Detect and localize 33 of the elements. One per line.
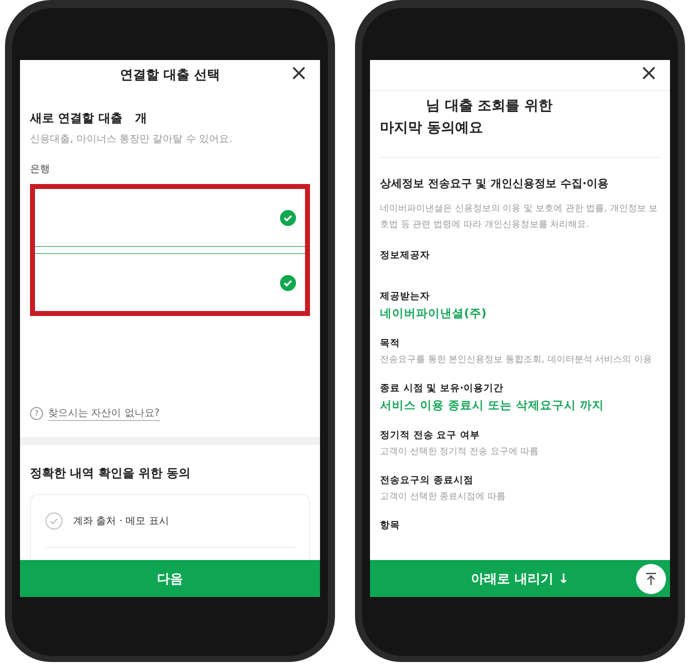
check-circle-icon[interactable] <box>45 512 63 530</box>
check-badge-icon[interactable] <box>279 274 297 292</box>
page-heading: 마지막 동의예요 <box>380 119 484 138</box>
section-heading: 상세정보 전송요구 및 개인신용정보 수집·이용 <box>380 176 610 191</box>
field-value: 고객이 선택한 종료시점에 따름 <box>380 491 507 503</box>
arrow-up-icon <box>644 572 658 586</box>
field-value: 서비스 이용 종료시 또는 삭제요구시 까지 <box>380 398 606 413</box>
missing-asset-link[interactable]: 찾으시는 자산이 없나요? <box>48 406 160 421</box>
dialog-title: 연결할 대출 선택 <box>120 67 220 84</box>
next-button[interactable]: 다음 <box>20 560 320 597</box>
field-label: 전송요구의 종료시점 <box>380 474 474 487</box>
section-heading: 새로 연결할 대출 개 <box>30 110 148 127</box>
field-value: 전송요구를 통한 본인신용정보 통합조회, 데이터분석 서비스의 이용 <box>380 354 654 366</box>
help-icon: ? <box>30 407 43 420</box>
intro-text: 네이버파이낸셜은 신용정보의 이용 및 보호에 관한 법률, 개인정보 보호법 등 관련 법령에 따라 개인신용정보를 처리해요. <box>380 203 659 232</box>
hint-text: 신용대출, 마이너스 통장만 갈아탈 수 있어요. <box>30 133 234 146</box>
field-label: 종료 시점 및 보유·이용기간 <box>380 382 505 395</box>
field-label: 제공받는자 <box>380 290 431 303</box>
page-heading: 님 대출 조회를 위한 <box>425 97 554 116</box>
field-value: 네이버파이낸셜(주) <box>380 306 488 321</box>
field-label: 정보제공자 <box>380 249 431 262</box>
field-label: 항목 <box>380 519 401 532</box>
check-badge-icon[interactable] <box>279 208 297 226</box>
consent-label: 계좌 출처 · 메모 표시 <box>73 515 169 528</box>
field-label: 목적 <box>380 337 401 350</box>
scroll-top-button[interactable] <box>636 564 666 594</box>
close-button[interactable]: × <box>636 63 662 85</box>
close-button[interactable]: × <box>286 63 312 85</box>
scroll-down-button[interactable]: 아래로 내리기 ↓ <box>370 560 670 597</box>
section-heading: 정확한 내역 확인을 위한 동의 <box>30 465 192 482</box>
field-label: 정기적 전송 요구 여부 <box>380 429 481 442</box>
field-value: 고객이 선택한 정기적 전송 요구에 따름 <box>380 446 540 458</box>
bank-label: 은행 <box>30 163 51 176</box>
